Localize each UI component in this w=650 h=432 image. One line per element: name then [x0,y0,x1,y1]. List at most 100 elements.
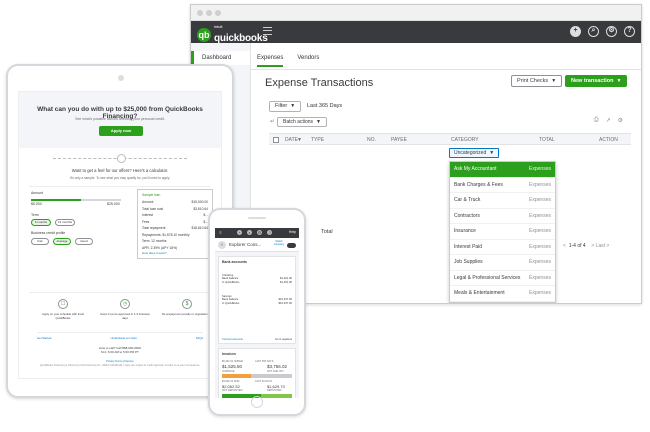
privacy-toggle[interactable] [287,243,296,248]
app-topbar: qb intuit quickbooks + ⌕ ⚙ ? [191,21,641,45]
account-savings[interactable]: Savings Bank balance In QuickBooks $16,3… [222,295,292,305]
switch-company-link[interactable]: Switch company [273,240,285,246]
help-label[interactable]: Help [289,230,296,234]
help-icon[interactable]: ? [624,26,635,37]
how-it-works-link[interactable]: How does it work? [142,251,167,255]
filter-button[interactable]: Filter ▼ [269,101,302,112]
profile-fair[interactable]: Fair [31,238,49,245]
loan-calculator: Amount $5,000 $25,000 Term 6 months 12 m… [29,186,213,284]
window-minimize-dot[interactable] [206,10,212,16]
gear-icon[interactable]: ⚙ [257,230,262,235]
category-option-name: Interest Paid [454,243,483,250]
new-transaction-label: New transaction [571,78,614,84]
phone-company-header: ‹ Explorer Cons... Switch company [215,238,299,252]
category-option-name: Insurance [454,228,476,234]
window-maximize-dot[interactable] [215,10,221,16]
category-option[interactable]: Contractors Expenses [450,209,555,224]
next-page-icon[interactable]: > [591,243,594,249]
faqs-link[interactable]: FAQs [196,336,203,340]
profile-good[interactable]: Good [75,238,93,245]
col-total[interactable]: TOTAL [539,137,555,143]
sample-loan-row: Repayments: $1,578.10 monthly [142,233,208,237]
last-page-link[interactable]: Last [596,243,605,249]
get-started-link[interactable]: Get Started [37,336,51,340]
speaker-grille [248,217,266,219]
select-all-checkbox[interactable] [273,137,279,143]
print-checks-button[interactable]: Print Checks ▼ [511,75,563,87]
category-option[interactable]: Insurance Expenses [450,224,555,240]
expense-tabs: Expenses Vendors [257,55,319,67]
category-option[interactable]: Interest Paid Expenses [450,240,555,255]
category-option-name: Contractors [454,212,480,219]
quickbooks-logo[interactable]: qb intuit quickbooks [197,25,268,45]
bank-accounts-title: Bank accounts [222,260,247,264]
category-option[interactable]: Legal & Professional Services Expenses [450,271,555,286]
last-365-label: LAST 365 DAYS [255,360,274,363]
page-range: 1-4 of 4 [568,243,586,249]
category-option-type: Expenses [529,166,551,172]
rates-link[interactable]: Understand our rates [111,336,137,340]
connect-accounts-link[interactable]: Connect accounts [222,338,243,341]
plus-icon[interactable]: + [570,26,581,37]
legal-text: QuickBooks Financing is offered by Intui… [39,363,201,367]
category-option[interactable]: Bank Charges & Fees Expenses [450,178,555,193]
prev-page-icon[interactable]: < [563,243,566,249]
back-arrow-icon[interactable]: ‹ [218,241,226,249]
tab-expenses[interactable]: Expenses [257,55,284,67]
not-due-amount: $3,756.02 [267,364,288,369]
last-page-icon[interactable]: > [606,243,609,249]
calculator-note: It's only a sample. To see what you may … [69,176,171,180]
settings-gear-icon[interactable]: ⚙ [618,117,623,124]
money-icon: $ [182,299,192,309]
category-option[interactable]: Ask My Accountant Expenses [450,162,555,178]
amount-slider[interactable] [31,199,121,201]
category-option[interactable]: Job Supplies Expenses [450,255,555,271]
col-category[interactable]: CATEGORY [451,137,479,143]
apply-now-button[interactable]: Apply now [99,126,143,136]
term-option-12[interactable]: 12 months [55,219,75,226]
amount-max: $25,000 [107,202,120,206]
plus-icon[interactable]: + [237,230,242,235]
gear-icon[interactable]: ⚙ [606,26,617,37]
sidebar-item-dashboard[interactable]: Dashboard [191,51,250,65]
menu-icon[interactable]: ≡ [218,230,223,235]
category-option[interactable]: Car & Truck Expenses [450,193,555,209]
profile-average[interactable]: Average [53,238,71,245]
col-no[interactable]: NO. [367,137,376,143]
col-payee[interactable]: PAYEE [391,137,407,143]
financing-subline: See what's possible without affecting yo… [75,117,165,121]
contact-line-2: M-F, 6:00 AM to 5:00 PM PT [101,350,139,354]
chevron-down-icon: ▼ [489,150,495,156]
help-icon[interactable]: ? [267,230,272,235]
print-icon[interactable]: ⎙ [594,117,599,124]
new-transaction-button[interactable]: New transaction ▼ [565,75,628,87]
category-select[interactable]: Uncategorized ▼ [449,148,500,158]
col-type[interactable]: TYPE [311,137,324,143]
chevron-down-icon: ▼ [551,78,557,84]
search-icon[interactable]: ⌕ [247,230,252,235]
account-right2: $16,337.00 [278,301,292,305]
sample-loan-row-value: $3,810.64 [193,206,208,211]
batch-actions-button[interactable]: Batch actions ▼ [277,117,327,127]
benefit-text: Know if you're approved in 1-3 business … [100,312,150,320]
sample-loan-title: Sample loan [142,193,161,197]
category-option[interactable]: Meals & Entertainment Expenses [450,286,555,302]
category-option-type: Expenses [529,290,551,296]
filter-label: Filter [275,103,288,109]
print-checks-label: Print Checks [517,78,549,84]
go-to-registers-link[interactable]: Go to registers [275,338,292,341]
search-icon[interactable]: ⌕ [588,26,599,37]
window-close-dot[interactable] [197,10,203,16]
export-icon[interactable]: ↗ [606,117,611,124]
not-due-label: NOT DUE YET [267,370,284,373]
sample-loan-row-label: APR: 2.39% (APY 18%) [142,245,178,250]
category-option-type: Expenses [529,274,551,281]
hamburger-menu-icon[interactable] [263,27,272,35]
term-option-6[interactable]: 6 months [31,219,51,226]
bank-accounts-card: Bank accounts Checking Bank balance In Q… [218,256,296,344]
phone-topbar: ≡ + ⌕ ⚙ ? Help [215,228,299,238]
home-button[interactable] [251,396,263,408]
account-checking[interactable]: Checking Bank balance In QuickBooks $1,2… [222,274,292,284]
tab-vendors[interactable]: Vendors [297,55,319,67]
sample-loan-row-label: Term: 12 months [142,239,167,243]
